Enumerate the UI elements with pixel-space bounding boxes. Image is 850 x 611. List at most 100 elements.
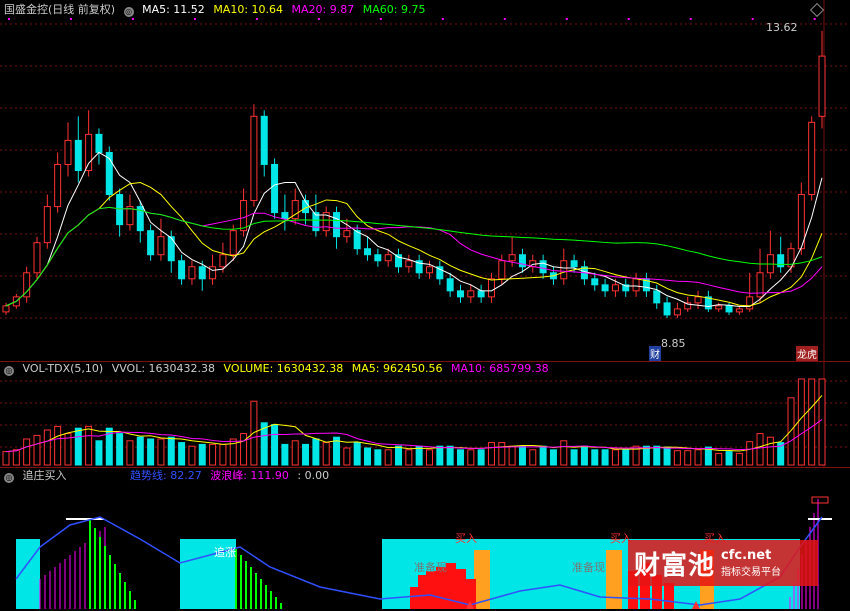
candle-body: [198, 266, 206, 280]
volume-bar: [95, 440, 103, 466]
volume-bar: [2, 451, 10, 466]
ma10-line: [5, 181, 823, 307]
volume-bar: [157, 438, 165, 466]
watermark-logo: 财富池 cfc.net 指标交易平台: [628, 540, 818, 586]
wave-value: 波浪峰: 111.90: [210, 469, 289, 482]
volume-bar: [188, 445, 196, 466]
signal-dot: [689, 18, 692, 20]
signal-dot: [379, 18, 382, 20]
stock-title[interactable]: 国盛金控(日线 前复权): [4, 3, 115, 16]
volume-panel[interactable]: ◎ VOL-TDX(5,10) VVOL: 1630432.38 VOLUME:…: [0, 361, 850, 467]
orange-zone: [606, 550, 622, 609]
volume-bar: [33, 434, 41, 466]
volume-bar: [694, 449, 702, 466]
volume-bar: [756, 433, 764, 466]
candlestick-chart[interactable]: [0, 0, 850, 361]
signal-dot: [627, 18, 630, 20]
volume-bar: [12, 449, 20, 466]
volume-bar: [560, 440, 568, 466]
candle-body: [33, 242, 41, 274]
candle-body: [663, 302, 671, 316]
candle-body: [673, 308, 681, 316]
volume-bar: [487, 442, 495, 466]
volume-bar: [539, 445, 547, 466]
settings-icon[interactable]: ◎: [123, 7, 134, 17]
volume-bar: [302, 443, 310, 466]
volume-bar: [467, 449, 475, 466]
signal-dot: [131, 18, 134, 20]
candle-body: [157, 236, 165, 256]
volume-bar: [797, 378, 805, 466]
ind-title[interactable]: 追庄买入: [23, 469, 67, 482]
candle-body: [240, 200, 248, 232]
main-header: 国盛金控(日线 前复权) ◎ MA5: 11.52 MA10: 10.64 MA…: [4, 3, 430, 17]
candle-body: [178, 260, 186, 280]
candle-body: [147, 230, 155, 256]
candle-body: [611, 284, 619, 292]
volume-bar: [374, 449, 382, 466]
longhu-badge[interactable]: 龙虎: [796, 346, 818, 361]
cai-badge[interactable]: 财: [649, 346, 661, 361]
volume-bar: [436, 445, 444, 466]
candle-body: [539, 260, 547, 274]
volume-bar: [787, 397, 795, 466]
signal-dot: [69, 18, 72, 20]
volume-bar: [735, 452, 743, 466]
candle-body: [229, 230, 237, 256]
volume-bar: [281, 443, 289, 466]
candle-body: [508, 254, 516, 262]
candle-body: [384, 254, 392, 262]
volume-bar: [198, 443, 206, 466]
candle-body: [601, 284, 609, 292]
candle-body: [343, 230, 351, 238]
volume-bar: [818, 378, 826, 466]
candle-body: [653, 290, 661, 304]
red-block: [426, 571, 436, 609]
volume-bar: [291, 440, 299, 466]
volume-bar: [591, 449, 599, 466]
indicator-panel[interactable]: ◎ 追庄买入 趋势线: 82.27 波浪峰: 111.90 : 0.00 追涨 …: [0, 467, 850, 611]
signal-dot: [255, 18, 258, 20]
volume-bar: [43, 429, 51, 466]
candle-body: [364, 248, 372, 256]
candle-body: [591, 278, 599, 286]
vol-title[interactable]: VOL-TDX(5,10): [23, 362, 104, 375]
candle-body: [487, 278, 495, 298]
volume-bar: [126, 440, 134, 466]
watermark-url: cfc.net: [721, 548, 772, 563]
volume-bar: [663, 446, 671, 466]
zhunbei-label-1: 准备现: [414, 561, 447, 574]
settings-icon[interactable]: ◎: [4, 366, 14, 376]
settings-icon[interactable]: ◎: [4, 473, 14, 483]
volume-bar: [384, 449, 392, 466]
trend-value: 趋势线: 82.27: [130, 469, 202, 482]
volume-chart[interactable]: [0, 361, 850, 467]
volume-bar: [116, 433, 124, 466]
candle-body: [570, 260, 578, 268]
candle-body: [374, 254, 382, 262]
volume-bar: [312, 438, 320, 466]
candle-body: [735, 308, 743, 313]
candle-body: [808, 121, 816, 196]
buy-label-1: 买入: [455, 532, 477, 545]
vvol-value: VVOL: 1630432.38: [111, 362, 216, 375]
volume-bar: [322, 442, 330, 466]
candle-body: [467, 290, 475, 298]
volume-bar: [725, 451, 733, 466]
candle-body: [333, 212, 341, 238]
ma10-value: MA10: 10.64: [213, 3, 284, 16]
watermark-tagline: 指标交易平台: [721, 567, 782, 578]
volume-value: VOLUME: 1630432.38: [223, 362, 344, 375]
volume-bar: [240, 433, 248, 466]
candle-body: [64, 139, 72, 165]
candle-body: [632, 278, 640, 292]
candle-body: [2, 305, 10, 313]
main-chart-panel[interactable]: 国盛金控(日线 前复权) ◎ MA5: 11.52 MA10: 10.64 MA…: [0, 0, 850, 361]
candle-body: [694, 296, 702, 304]
volume-bar: [529, 449, 537, 466]
ma60-value: MA60: 9.75: [362, 3, 426, 16]
volume-bar: [395, 445, 403, 466]
vol-header: ◎ VOL-TDX(5,10) VVOL: 1630432.38 VOLUME:…: [4, 362, 554, 376]
volume-bar: [74, 427, 82, 466]
volume-bar: [446, 445, 454, 466]
